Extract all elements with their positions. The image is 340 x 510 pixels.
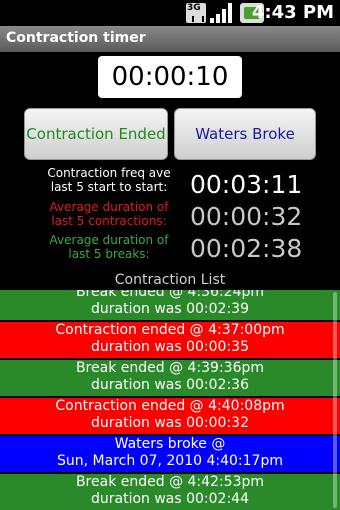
list-item-title: Break ended @ 4:42:53pm: [75, 474, 265, 490]
list-item-break[interactable]: Break ended @ 4:36:24pm duration was 00:…: [0, 290, 340, 320]
list-item-duration: duration was 00:02:44: [90, 491, 249, 507]
list-item-title: Break ended @ 4:36:24pm: [75, 290, 265, 300]
list-item-duration: duration was 00:02:39: [90, 301, 249, 317]
list-item-duration: duration was 00:02:36: [90, 377, 249, 393]
list-item-break[interactable]: Break ended @ 4:42:53pm duration was 00:…: [0, 474, 340, 510]
list-item-break[interactable]: Break ended @ 4:39:36pm duration was 00:…: [0, 360, 340, 396]
list-scrollbar[interactable]: [333, 292, 337, 508]
list-item-contraction[interactable]: Contraction ended @ 4:40:08pm duration w…: [0, 398, 340, 434]
list-item-waters-broke[interactable]: Waters broke @ Sun, March 07, 2010 4:40:…: [0, 436, 340, 472]
list-item-title: Contraction ended @ 4:37:00pm: [55, 322, 285, 338]
contraction-list[interactable]: Break ended @ 4:36:24pm duration was 00:…: [0, 290, 340, 510]
app-title: Contraction timer: [6, 30, 146, 46]
contraction-ended-button[interactable]: Contraction Ended: [24, 108, 168, 160]
average-break-duration-label: Average duration of last 5 breaks:: [49, 233, 169, 261]
contraction-frequency-value: 00:03:11: [190, 170, 303, 199]
contraction-frequency-label: Contraction freq ave last 5 start to sta…: [47, 166, 171, 194]
average-contraction-duration-value: 00:00:32: [190, 202, 303, 231]
list-item-title: Contraction ended @ 4:40:08pm: [55, 398, 285, 414]
3g-data-icon: 3G: [186, 3, 206, 23]
average-break-duration-value: 00:02:38: [190, 234, 303, 263]
average-contraction-duration-label: Average duration of last 5 contractions:: [49, 200, 169, 228]
waters-broke-button[interactable]: Waters Broke: [174, 108, 316, 160]
status-bar: 3G 4:43 PM: [0, 0, 340, 26]
app-title-bar: Contraction timer: [0, 26, 340, 52]
list-item-duration: duration was 00:00:32: [90, 415, 249, 431]
list-item-duration: duration was 00:00:35: [90, 339, 249, 355]
list-item-title: Waters broke @: [114, 436, 226, 452]
list-item-date: Sun, March 07, 2010 4:40:17pm: [57, 453, 283, 469]
status-clock: 4:43 PM: [251, 2, 334, 23]
signal-strength-icon: [210, 3, 234, 23]
network-type-label: 3G: [187, 3, 201, 13]
list-item-contraction[interactable]: Contraction ended @ 4:37:00pm duration w…: [0, 322, 340, 358]
current-timer-display: 00:00:10: [98, 56, 242, 98]
list-item-title: Break ended @ 4:39:36pm: [75, 360, 265, 376]
contraction-list-header: Contraction List: [114, 272, 226, 288]
